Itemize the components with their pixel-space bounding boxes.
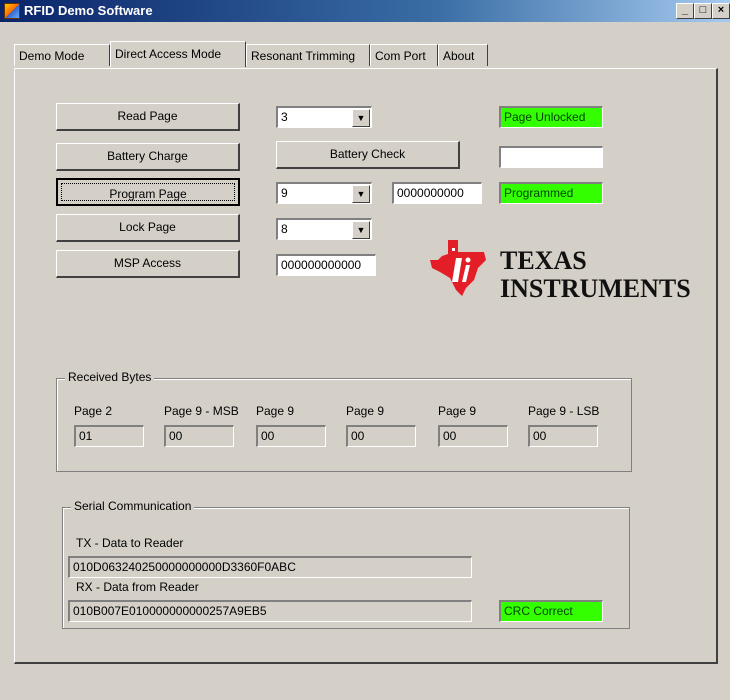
byte-label-page9-a: Page 9 <box>256 404 295 418</box>
app-icon <box>4 3 20 19</box>
byte-label-page9-c: Page 9 <box>438 404 477 418</box>
lock-page-select[interactable]: 8 ▼ <box>276 218 372 240</box>
rx-label: RX - Data from Reader <box>76 580 199 594</box>
byte-label-page2: Page 2 <box>74 404 113 418</box>
byte-value-page9-c: 00 <box>438 425 508 447</box>
battery-check-result <box>499 146 603 168</box>
msp-access-button[interactable]: MSP Access <box>56 250 240 278</box>
window-title: RFID Demo Software <box>24 3 153 18</box>
received-bytes-title: Received Bytes <box>65 370 155 384</box>
lock-page-select-value: 8 <box>281 222 288 236</box>
byte-value-page2: 01 <box>74 425 144 447</box>
program-page-label: Program Page <box>61 183 235 201</box>
byte-label-page9-lsb: Page 9 - LSB <box>528 404 600 418</box>
tx-label: TX - Data to Reader <box>76 536 184 550</box>
tab-direct-access-mode[interactable]: Direct Access Mode <box>110 41 246 67</box>
read-page-select-value: 3 <box>281 110 288 124</box>
program-page-button[interactable]: Program Page <box>56 178 240 206</box>
byte-value-page9-a: 00 <box>256 425 326 447</box>
byte-value-page9-b: 00 <box>346 425 416 447</box>
msp-data-input[interactable]: 000000000000 <box>276 254 376 276</box>
read-page-select[interactable]: 3 ▼ <box>276 106 372 128</box>
program-page-select[interactable]: 9 ▼ <box>276 182 372 204</box>
program-page-select-value: 9 <box>281 186 288 200</box>
battery-charge-button[interactable]: Battery Charge <box>56 143 240 171</box>
chevron-down-icon[interactable]: ▼ <box>352 221 370 239</box>
byte-label-page9-b: Page 9 <box>346 404 385 418</box>
byte-value-page9-lsb: 00 <box>528 425 598 447</box>
texas-instruments-logo: Texas Instruments <box>428 238 698 308</box>
tx-data-field: 010D063240250000000000D3360F0ABC <box>68 556 472 578</box>
maximize-button[interactable]: □ <box>694 3 712 19</box>
lock-page-button[interactable]: Lock Page <box>56 214 240 242</box>
title-bar: RFID Demo Software _ □ × <box>0 0 730 22</box>
minimize-button[interactable]: _ <box>676 3 694 19</box>
page-lock-status: Page Unlocked <box>499 106 603 128</box>
program-status: Programmed <box>499 182 603 204</box>
close-button[interactable]: × <box>712 3 730 19</box>
logo-text-line1: Texas <box>500 246 587 275</box>
chevron-down-icon[interactable]: ▼ <box>352 109 370 127</box>
crc-status: CRC Correct <box>499 600 603 622</box>
byte-label-page9-msb: Page 9 - MSB <box>164 404 239 418</box>
chevron-down-icon[interactable]: ▼ <box>352 185 370 203</box>
logo-text-line2: Instruments <box>500 274 691 303</box>
tab-resonant-trimming[interactable]: Resonant Trimming <box>246 44 370 66</box>
byte-value-page9-msb: 00 <box>164 425 234 447</box>
serial-communication-title: Serial Communication <box>71 499 195 513</box>
tab-demo-mode[interactable]: Demo Mode <box>14 44 110 66</box>
tab-com-port[interactable]: Com Port <box>370 44 438 66</box>
tab-about[interactable]: About <box>438 44 488 66</box>
battery-check-button[interactable]: Battery Check <box>276 141 460 169</box>
program-data-input[interactable]: 0000000000 <box>392 182 482 204</box>
rx-data-field: 010B007E010000000000257A9EB5 <box>68 600 472 622</box>
ti-state-icon <box>430 240 486 296</box>
read-page-button[interactable]: Read Page <box>56 103 240 131</box>
